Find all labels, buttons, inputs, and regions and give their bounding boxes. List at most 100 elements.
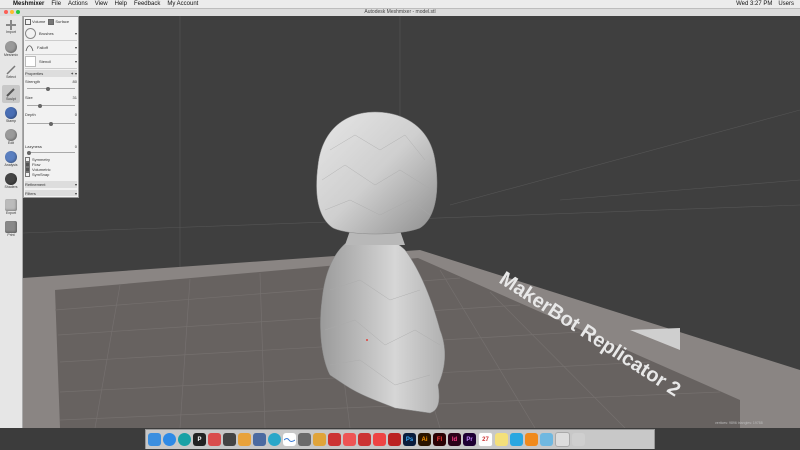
menu-my-account[interactable]: My Account xyxy=(167,0,198,8)
preview-icon[interactable] xyxy=(555,432,570,447)
tool-analysis-label: Analysis xyxy=(4,163,18,167)
premiere-icon[interactable]: Pr xyxy=(463,433,476,446)
tool-stamp[interactable]: Stamp xyxy=(2,107,20,125)
window-title: Autodesk Meshmixer - model.stl xyxy=(364,9,436,15)
menu-file[interactable]: File xyxy=(51,0,61,8)
pages-p-icon[interactable]: P xyxy=(193,433,206,446)
finder-icon[interactable] xyxy=(148,433,161,446)
sculpt-brush-icon xyxy=(5,85,17,97)
stencil-row[interactable]: Stencil ▾ xyxy=(25,55,77,69)
sketch-icon[interactable] xyxy=(268,433,281,446)
photoshop-icon[interactable]: Ps xyxy=(403,433,416,446)
stencil-label: Stencil xyxy=(39,59,52,64)
lazyness-slider[interactable] xyxy=(27,150,75,155)
user-menu[interactable]: Users xyxy=(778,0,794,8)
mode-row: Volume Surface xyxy=(25,18,77,25)
size-label: Size xyxy=(25,95,33,100)
lazyness-row: Lazyness 0 xyxy=(25,144,77,149)
mail-icon[interactable] xyxy=(328,433,341,446)
menu-help[interactable]: Help xyxy=(115,0,127,8)
slider-knob[interactable] xyxy=(37,103,42,108)
printer-icon xyxy=(5,221,17,233)
spiral-icon[interactable] xyxy=(313,433,326,446)
slider-knob[interactable] xyxy=(27,150,31,155)
indesign-icon[interactable]: Id xyxy=(448,433,461,446)
app-m-icon[interactable] xyxy=(358,433,371,446)
blender-icon[interactable] xyxy=(238,433,251,446)
properties-header[interactable]: Properties ✦ ▾ xyxy=(25,70,77,77)
stamp-icon xyxy=(5,107,17,119)
depth-label: Depth xyxy=(25,112,36,117)
tool-import[interactable]: Import xyxy=(2,18,20,36)
slides-icon[interactable] xyxy=(343,433,356,446)
volume-mode-toggle[interactable] xyxy=(25,18,31,25)
tool-print-label: Print xyxy=(7,233,15,237)
sculpt-panel: Volume Surface Brushes ▾ Falloff ▾ Stenc… xyxy=(23,16,79,198)
chevron-down-icon: ▾ xyxy=(74,190,77,196)
export-icon xyxy=(5,199,17,211)
size-slider[interactable] xyxy=(27,103,75,108)
slider-knob[interactable] xyxy=(48,121,53,126)
menu-feedback[interactable]: Feedback xyxy=(134,0,160,8)
strength-row: Strength 80 xyxy=(25,79,77,84)
zoom-window-button[interactable] xyxy=(16,10,20,14)
dock: P Ps Ai Fl Id Pr 27 xyxy=(145,429,655,449)
triangle-icon[interactable] xyxy=(388,433,401,446)
tool-select[interactable]: Select xyxy=(2,63,20,81)
illustrator-icon[interactable]: Ai xyxy=(418,433,431,446)
tool-sculpt[interactable]: Sculpt xyxy=(2,85,20,103)
flash-icon[interactable]: Fl xyxy=(433,433,446,446)
3d-viewport[interactable]: MakerBot Replicator 2 vertices: 9896 tri… xyxy=(23,16,800,428)
slider-knob[interactable] xyxy=(46,86,51,91)
vector-icon[interactable] xyxy=(510,433,523,446)
size-row: Size 31 xyxy=(25,95,77,100)
tool-shaders[interactable]: Shaders xyxy=(2,173,20,191)
trash-icon[interactable] xyxy=(572,433,585,446)
tool-export-label: Export xyxy=(5,211,17,215)
tool-export[interactable]: Export xyxy=(2,199,20,217)
cube-icon[interactable] xyxy=(253,433,266,446)
wave-icon[interactable] xyxy=(283,433,296,446)
size-value: 31 xyxy=(72,95,77,100)
tool-analysis[interactable]: Analysis xyxy=(2,151,20,169)
folder-icon[interactable] xyxy=(540,433,553,446)
minimize-window-button[interactable] xyxy=(10,10,14,14)
brushes-row[interactable]: Brushes ▾ xyxy=(25,27,77,41)
filters-label: Filters xyxy=(25,190,36,196)
tool-shaders-label: Shaders xyxy=(4,185,18,189)
depth-slider[interactable] xyxy=(27,121,75,126)
menu-actions[interactable]: Actions xyxy=(68,0,88,8)
app-red-icon[interactable] xyxy=(208,433,221,446)
symsnap-row[interactable]: SymSnap xyxy=(25,172,77,177)
notes-icon[interactable] xyxy=(495,433,508,446)
tool-edit[interactable]: Edit xyxy=(2,129,20,147)
acrobat-icon[interactable] xyxy=(373,433,386,446)
safari-icon[interactable] xyxy=(163,433,176,446)
refinement-label: Refinement xyxy=(25,182,46,187)
vlc-icon[interactable] xyxy=(525,433,538,446)
symsnap-label: SymSnap xyxy=(32,172,50,177)
filters-header[interactable]: Filters ▾ xyxy=(25,190,77,196)
strength-label: Strength xyxy=(25,79,41,84)
falloff-row[interactable]: Falloff ▾ xyxy=(25,41,77,55)
tool-meshmix[interactable]: Meshmix xyxy=(2,41,20,59)
refinement-header[interactable]: Refinement ▾ xyxy=(25,181,77,188)
arduino-icon[interactable] xyxy=(178,433,191,446)
tool-meshmix-label: Meshmix xyxy=(3,53,18,57)
lines-icon[interactable] xyxy=(298,433,311,446)
tool-stamp-label: Stamp xyxy=(5,119,17,123)
calendar-icon[interactable]: 27 xyxy=(478,432,493,447)
menu-view[interactable]: View xyxy=(95,0,108,8)
inkscape-icon[interactable] xyxy=(223,433,236,446)
surface-mode-toggle[interactable] xyxy=(48,18,55,25)
viewport-scene: MakerBot Replicator 2 xyxy=(23,16,800,428)
clock[interactable]: Wed 3:27 PM xyxy=(736,0,772,8)
falloff-label: Falloff xyxy=(37,45,48,50)
tool-print[interactable]: Print xyxy=(2,221,20,239)
menu-bar: Meshmixer File Actions View Help Feedbac… xyxy=(0,0,800,9)
settings-icon[interactable]: ✦ ▾ xyxy=(71,71,77,76)
strength-slider[interactable] xyxy=(27,86,75,91)
close-window-button[interactable] xyxy=(4,10,8,14)
menu-app-name[interactable]: Meshmixer xyxy=(13,0,44,8)
symsnap-checkbox[interactable] xyxy=(25,172,30,177)
